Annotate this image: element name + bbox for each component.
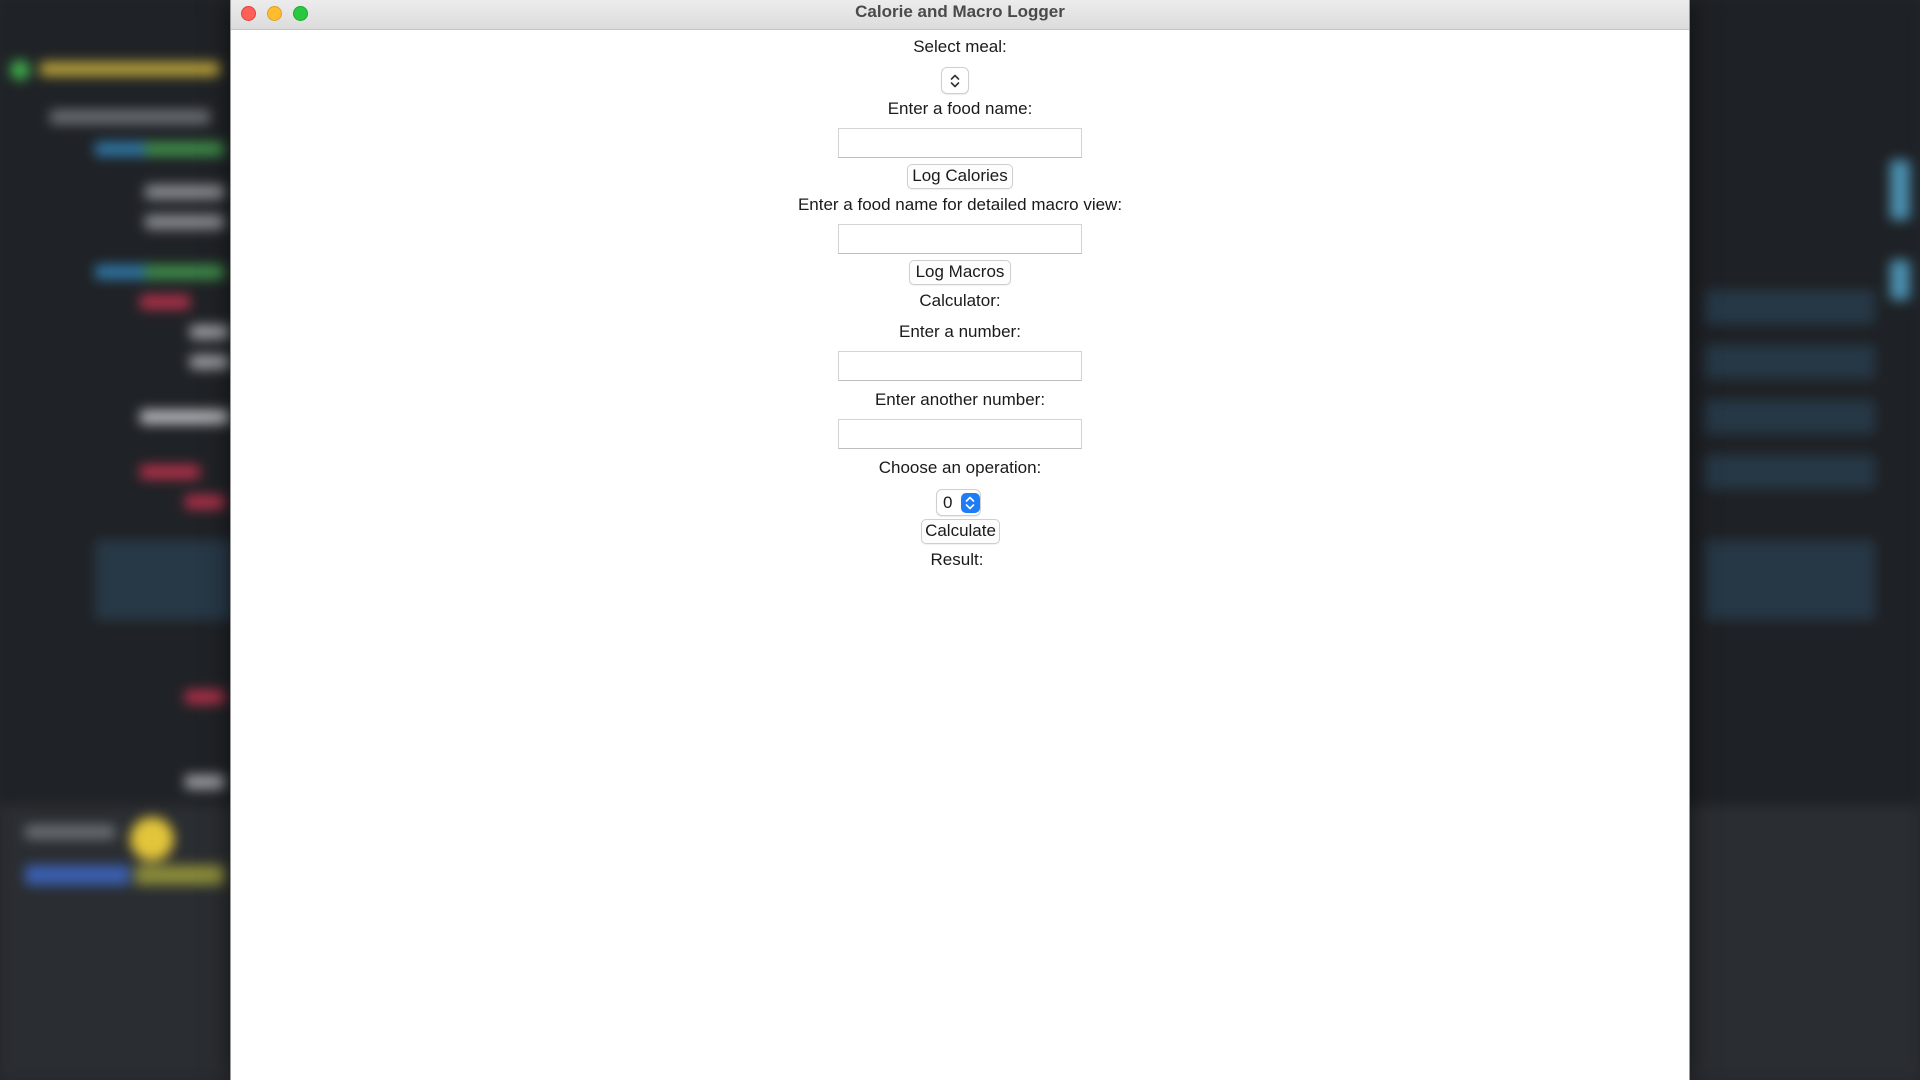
number1-input[interactable] [838, 351, 1082, 381]
number2-input[interactable] [838, 419, 1082, 449]
operation-select-value: 0 [943, 492, 953, 512]
operation-select[interactable]: 0 [936, 489, 981, 516]
number1-label: Enter a number: [899, 322, 1021, 341]
number2-label: Enter another number: [874, 390, 1046, 409]
food-name-input[interactable] [838, 128, 1082, 158]
log-macros-button[interactable]: Log Macros [909, 260, 1011, 285]
up-down-chevron-icon [965, 496, 975, 509]
window-title: Calorie and Macro Logger [855, 2, 1065, 21]
calculate-button[interactable]: Calculate [921, 519, 1000, 544]
result-label: Result: [930, 550, 984, 569]
app-content: Select meal: Enter a food name: Log Calo… [231, 30, 1689, 1080]
select-meal-label: Select meal: [913, 37, 1007, 56]
up-down-chevron-icon [950, 74, 960, 87]
meal-select[interactable] [941, 67, 969, 94]
app-window: Calorie and Macro Logger Select meal: En… [230, 0, 1690, 1080]
title-bar[interactable]: Calorie and Macro Logger [231, 0, 1689, 30]
food-name-label: Enter a food name: [887, 99, 1033, 118]
operation-select-arrows[interactable] [960, 492, 980, 513]
calculator-heading: Calculator: [919, 291, 1001, 310]
macro-food-label: Enter a food name for detailed macro vie… [797, 195, 1123, 214]
macro-food-input[interactable] [838, 224, 1082, 254]
log-calories-button[interactable]: Log Calories [907, 164, 1013, 189]
operation-label: Choose an operation: [878, 458, 1042, 477]
